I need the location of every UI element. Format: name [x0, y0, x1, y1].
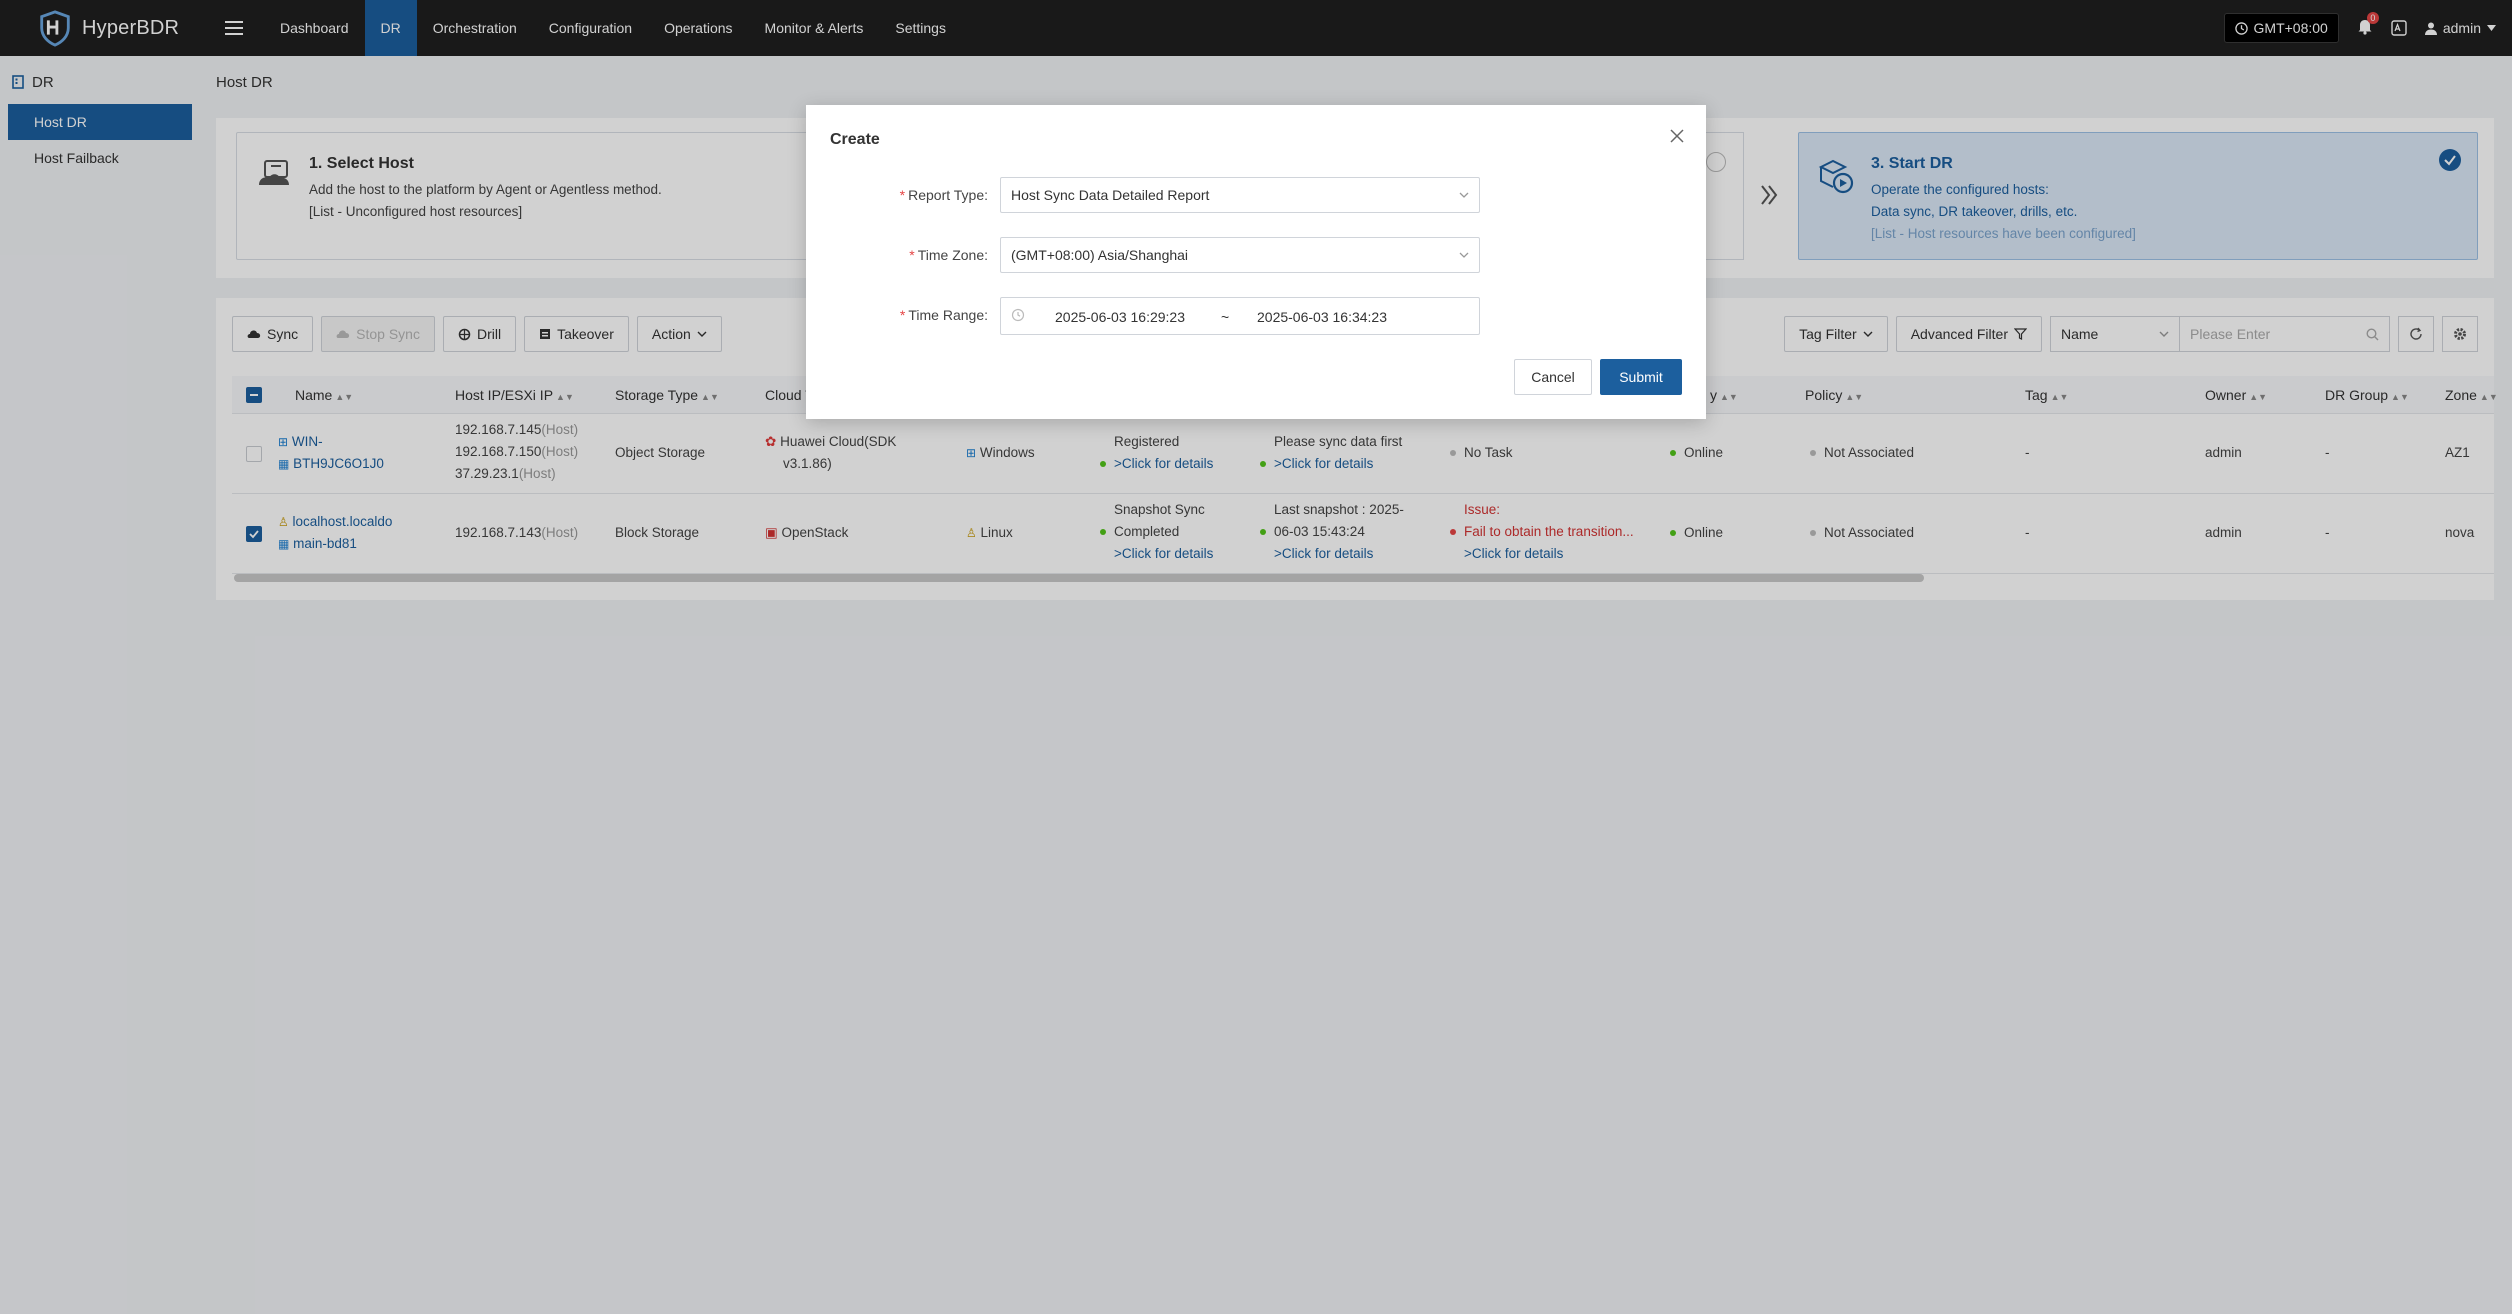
- close-icon[interactable]: [1668, 127, 1686, 145]
- time-range-start[interactable]: 2025-06-03 16:29:23: [1055, 298, 1185, 336]
- cancel-button[interactable]: Cancel: [1514, 359, 1592, 395]
- create-report-dialog: Create * Report Type: Host Sync Data Deta…: [806, 105, 1706, 419]
- time-zone-label: * Time Zone:: [909, 247, 988, 263]
- time-zone-value: (GMT+08:00) Asia/Shanghai: [1011, 247, 1189, 263]
- time-range-row: * Time Range: 2025-06-03 16:29:23 ~ 2025-…: [806, 297, 1706, 335]
- report-type-label: * Report Type:: [899, 187, 988, 203]
- time-range-label: * Time Range:: [899, 307, 988, 323]
- dialog-title: Create: [830, 131, 880, 148]
- time-range-separator: ~: [1221, 309, 1230, 325]
- chevron-down-icon: [1459, 192, 1469, 198]
- time-zone-select[interactable]: (GMT+08:00) Asia/Shanghai: [1000, 237, 1480, 273]
- time-range-end[interactable]: 2025-06-03 16:34:23: [1257, 298, 1387, 336]
- time-range-picker[interactable]: 2025-06-03 16:29:23 ~ 2025-06-03 16:34:2…: [1000, 297, 1480, 335]
- clock-icon: [1011, 308, 1025, 322]
- report-type-value: Host Sync Data Detailed Report: [1011, 187, 1210, 203]
- report-type-select[interactable]: Host Sync Data Detailed Report: [1000, 177, 1480, 213]
- submit-button[interactable]: Submit: [1600, 359, 1682, 395]
- report-type-row: * Report Type: Host Sync Data Detailed Re…: [806, 177, 1706, 213]
- chevron-down-icon: [1459, 252, 1469, 258]
- time-zone-row: * Time Zone: (GMT+08:00) Asia/Shanghai: [806, 237, 1706, 273]
